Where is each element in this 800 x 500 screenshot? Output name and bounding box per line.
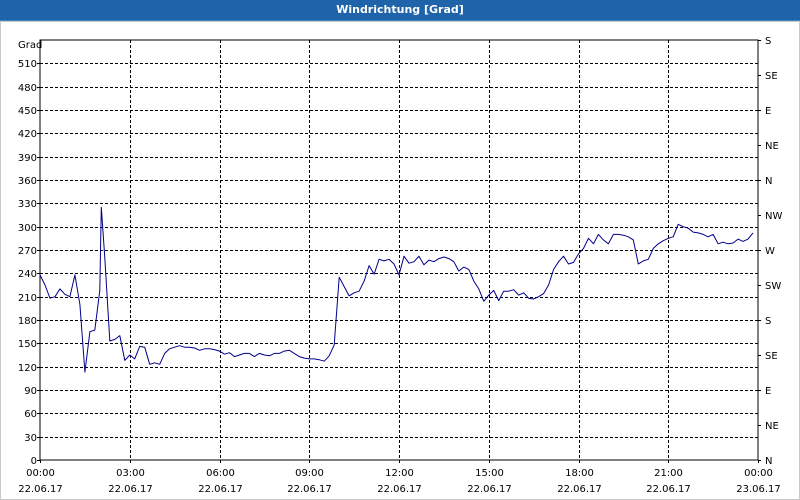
y2-tick-label: N — [765, 456, 772, 467]
x-tick-time: 21:00 — [654, 468, 683, 479]
x-tick-time: 12:00 — [385, 468, 414, 479]
y-tick-label: 120 — [18, 363, 37, 374]
y-tick-label: 90 — [24, 386, 37, 397]
x-tick-date: 22.06.17 — [377, 484, 422, 495]
y2-tick-label: NW — [765, 211, 782, 222]
y2-tick-label: N — [765, 176, 772, 187]
x-tick-date: 22.06.17 — [18, 484, 63, 495]
y2-tick-label: W — [765, 246, 775, 257]
y-tick-label: 390 — [18, 153, 37, 164]
grid-layer — [40, 40, 758, 460]
x-tick-time: 00:00 — [744, 468, 773, 479]
y-tick-label: 300 — [18, 223, 37, 234]
y-tick-label: 510 — [18, 59, 37, 70]
y2-tick-label: NE — [765, 141, 779, 152]
x-tick-date: 22.06.17 — [198, 484, 243, 495]
x-tick-time: 00:00 — [26, 468, 55, 479]
y-tick-label: 0 — [31, 456, 37, 467]
x-tick-date: 22.06.17 — [467, 484, 512, 495]
y-tick-label: 420 — [18, 129, 37, 140]
y2-tick-label: S — [765, 36, 771, 47]
axes-layer: 0 30 60 90 120 150 180 210 240 270 300 330 360 390 420… — [18, 36, 783, 495]
x-tick-date: 22.06.17 — [557, 484, 602, 495]
y-tick-label: 450 — [18, 106, 37, 117]
y-axis-label: Grad — [18, 40, 42, 51]
y2-tick-label: SW — [765, 281, 781, 292]
y2-tick-label: E — [765, 386, 771, 397]
chart-canvas: 0 30 60 90 120 150 180 210 240 270 300 330 360 390 420… — [18, 36, 783, 495]
y-tick-label: 270 — [18, 246, 37, 257]
y-tick-label: 360 — [18, 176, 37, 187]
x-tick-date: 23.06.17 — [736, 484, 781, 495]
x-tick-date: 22.06.17 — [108, 484, 153, 495]
y-tick-label: 330 — [18, 199, 37, 210]
y2-tick-label: SE — [765, 351, 778, 362]
y-tick-label: 150 — [18, 339, 37, 350]
x-tick-date: 22.06.17 — [646, 484, 691, 495]
y-tick-label: 180 — [18, 316, 37, 327]
y2-tick-label: S — [765, 316, 771, 327]
y2-tick-label: SE — [765, 71, 778, 82]
y2-tick-label: E — [765, 106, 771, 117]
series-layer — [39, 206, 754, 373]
y2-tick-label: NE — [765, 421, 779, 432]
x-tick-time: 06:00 — [206, 468, 235, 479]
x-tick-time: 18:00 — [565, 468, 594, 479]
x-tick-time: 09:00 — [295, 468, 324, 479]
x-tick-time: 03:00 — [116, 468, 145, 479]
x-tick-date: 22.06.17 — [287, 484, 332, 495]
y-tick-label: 480 — [18, 83, 37, 94]
series-line — [39, 206, 754, 373]
y-tick-label: 60 — [24, 409, 37, 420]
x-tick-time: 15:00 — [475, 468, 504, 479]
y-tick-label: 240 — [18, 269, 37, 280]
y-tick-label: 30 — [24, 433, 37, 444]
y-tick-label: 210 — [18, 293, 37, 304]
